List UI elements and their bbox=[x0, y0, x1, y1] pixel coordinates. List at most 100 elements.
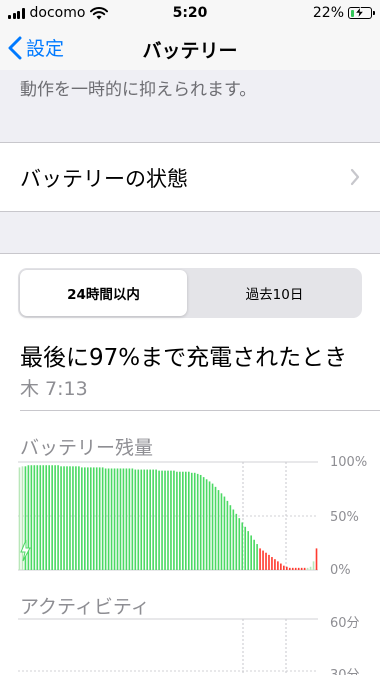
battery-bar bbox=[247, 531, 250, 570]
divider bbox=[20, 410, 380, 411]
battery-bar bbox=[182, 471, 184, 570]
battery-bar bbox=[164, 470, 166, 570]
battery-bar bbox=[315, 548, 318, 570]
battery-bar bbox=[57, 465, 59, 570]
battery-bar bbox=[140, 469, 143, 570]
battery-level-chart bbox=[18, 461, 318, 571]
battery-bar bbox=[78, 466, 80, 570]
battery-bar bbox=[268, 554, 270, 570]
battery-bar bbox=[244, 526, 247, 570]
battery-bar bbox=[152, 469, 154, 570]
battery-bar bbox=[158, 470, 160, 570]
battery-bar bbox=[72, 466, 74, 570]
activity-y-tick-30: 30分 bbox=[330, 664, 360, 675]
battery-bar bbox=[250, 535, 252, 570]
battery-bar bbox=[274, 559, 276, 570]
battery-bar bbox=[253, 539, 255, 570]
battery-bar bbox=[300, 567, 303, 570]
battery-bar bbox=[95, 467, 98, 570]
battery-bar bbox=[54, 465, 56, 570]
battery-bar bbox=[187, 471, 190, 570]
battery-bar bbox=[66, 466, 68, 570]
battery-bar bbox=[288, 567, 291, 570]
battery-bar bbox=[232, 509, 235, 570]
battery-bar bbox=[69, 466, 71, 570]
battery-bar bbox=[294, 567, 297, 570]
battery-bar bbox=[81, 467, 83, 570]
segment-24-hours[interactable]: 24時間以内 bbox=[20, 270, 187, 316]
battery-bar bbox=[217, 490, 220, 570]
battery-bar bbox=[101, 467, 104, 570]
segment-10-days[interactable]: 過去10日 bbox=[189, 270, 360, 316]
battery-bar bbox=[75, 466, 77, 570]
battery-bar bbox=[122, 468, 125, 570]
battery-bar bbox=[60, 466, 62, 570]
battery-bar bbox=[229, 505, 232, 570]
battery-bar bbox=[291, 567, 294, 570]
low-power-description: 動作を一時的に抑えられます。 bbox=[20, 80, 257, 100]
battery-bar bbox=[131, 468, 134, 570]
battery-bar bbox=[277, 561, 279, 570]
battery-bar bbox=[262, 550, 264, 570]
battery-level-chart-label: バッテリー残量 bbox=[20, 437, 154, 459]
battery-bar bbox=[146, 469, 149, 570]
battery-bar bbox=[297, 567, 300, 570]
battery-bar bbox=[137, 469, 140, 570]
battery-bar bbox=[33, 465, 36, 570]
battery-bar bbox=[107, 468, 110, 570]
y-tick-50: 50% bbox=[330, 510, 359, 525]
battery-bar bbox=[128, 468, 131, 570]
battery-bar bbox=[30, 465, 33, 570]
battery-bar bbox=[202, 477, 205, 570]
battery-bar bbox=[176, 471, 178, 570]
battery-bar bbox=[51, 465, 53, 570]
battery-bar bbox=[185, 471, 187, 570]
battery-health-label: バッテリーの状態 bbox=[20, 167, 188, 191]
battery-bar bbox=[125, 468, 128, 570]
battery-bar bbox=[256, 544, 258, 570]
battery-bar bbox=[211, 483, 214, 570]
battery-bar bbox=[312, 561, 315, 570]
battery-bar bbox=[309, 566, 312, 570]
battery-bar bbox=[283, 565, 285, 570]
battery-bar bbox=[86, 467, 89, 570]
battery-bar bbox=[92, 467, 95, 570]
battery-bar bbox=[170, 470, 172, 570]
battery-bar bbox=[190, 472, 193, 570]
battery-bar bbox=[167, 470, 169, 570]
battery-bar bbox=[208, 481, 211, 570]
y-tick-0: 0% bbox=[330, 563, 351, 578]
battery-bar bbox=[134, 469, 137, 570]
battery-bar bbox=[238, 518, 241, 570]
battery-bar bbox=[48, 465, 50, 570]
battery-bar bbox=[39, 465, 42, 570]
battery-bar bbox=[113, 468, 116, 570]
battery-bar bbox=[27, 465, 30, 570]
battery-bar bbox=[271, 557, 273, 570]
battery-bar bbox=[235, 513, 238, 570]
battery-bar bbox=[306, 567, 309, 570]
activity-chart bbox=[18, 618, 318, 675]
battery-bar bbox=[143, 469, 146, 570]
battery-bar bbox=[193, 472, 196, 570]
battery-health-row[interactable]: バッテリーの状態 bbox=[0, 142, 380, 212]
battery-icon bbox=[348, 7, 375, 19]
battery-bar bbox=[205, 479, 208, 570]
battery-bar bbox=[98, 467, 101, 570]
battery-bar bbox=[36, 465, 39, 570]
battery-cap bbox=[373, 11, 375, 15]
battery-bar bbox=[84, 467, 86, 570]
battery-bar bbox=[104, 468, 107, 570]
battery-bar bbox=[226, 500, 229, 570]
battery-bar bbox=[220, 493, 223, 570]
battery-bar bbox=[21, 466, 24, 570]
battery-bar bbox=[286, 566, 288, 570]
battery-bar bbox=[119, 468, 122, 570]
battery-bar bbox=[45, 465, 48, 570]
battery-bar bbox=[259, 548, 261, 570]
navigation-bar: 設定 バッテリー bbox=[0, 26, 380, 70]
battery-bar bbox=[199, 474, 202, 570]
battery-bar bbox=[149, 469, 151, 570]
battery-bar bbox=[241, 522, 244, 570]
battery-bar bbox=[223, 496, 226, 570]
